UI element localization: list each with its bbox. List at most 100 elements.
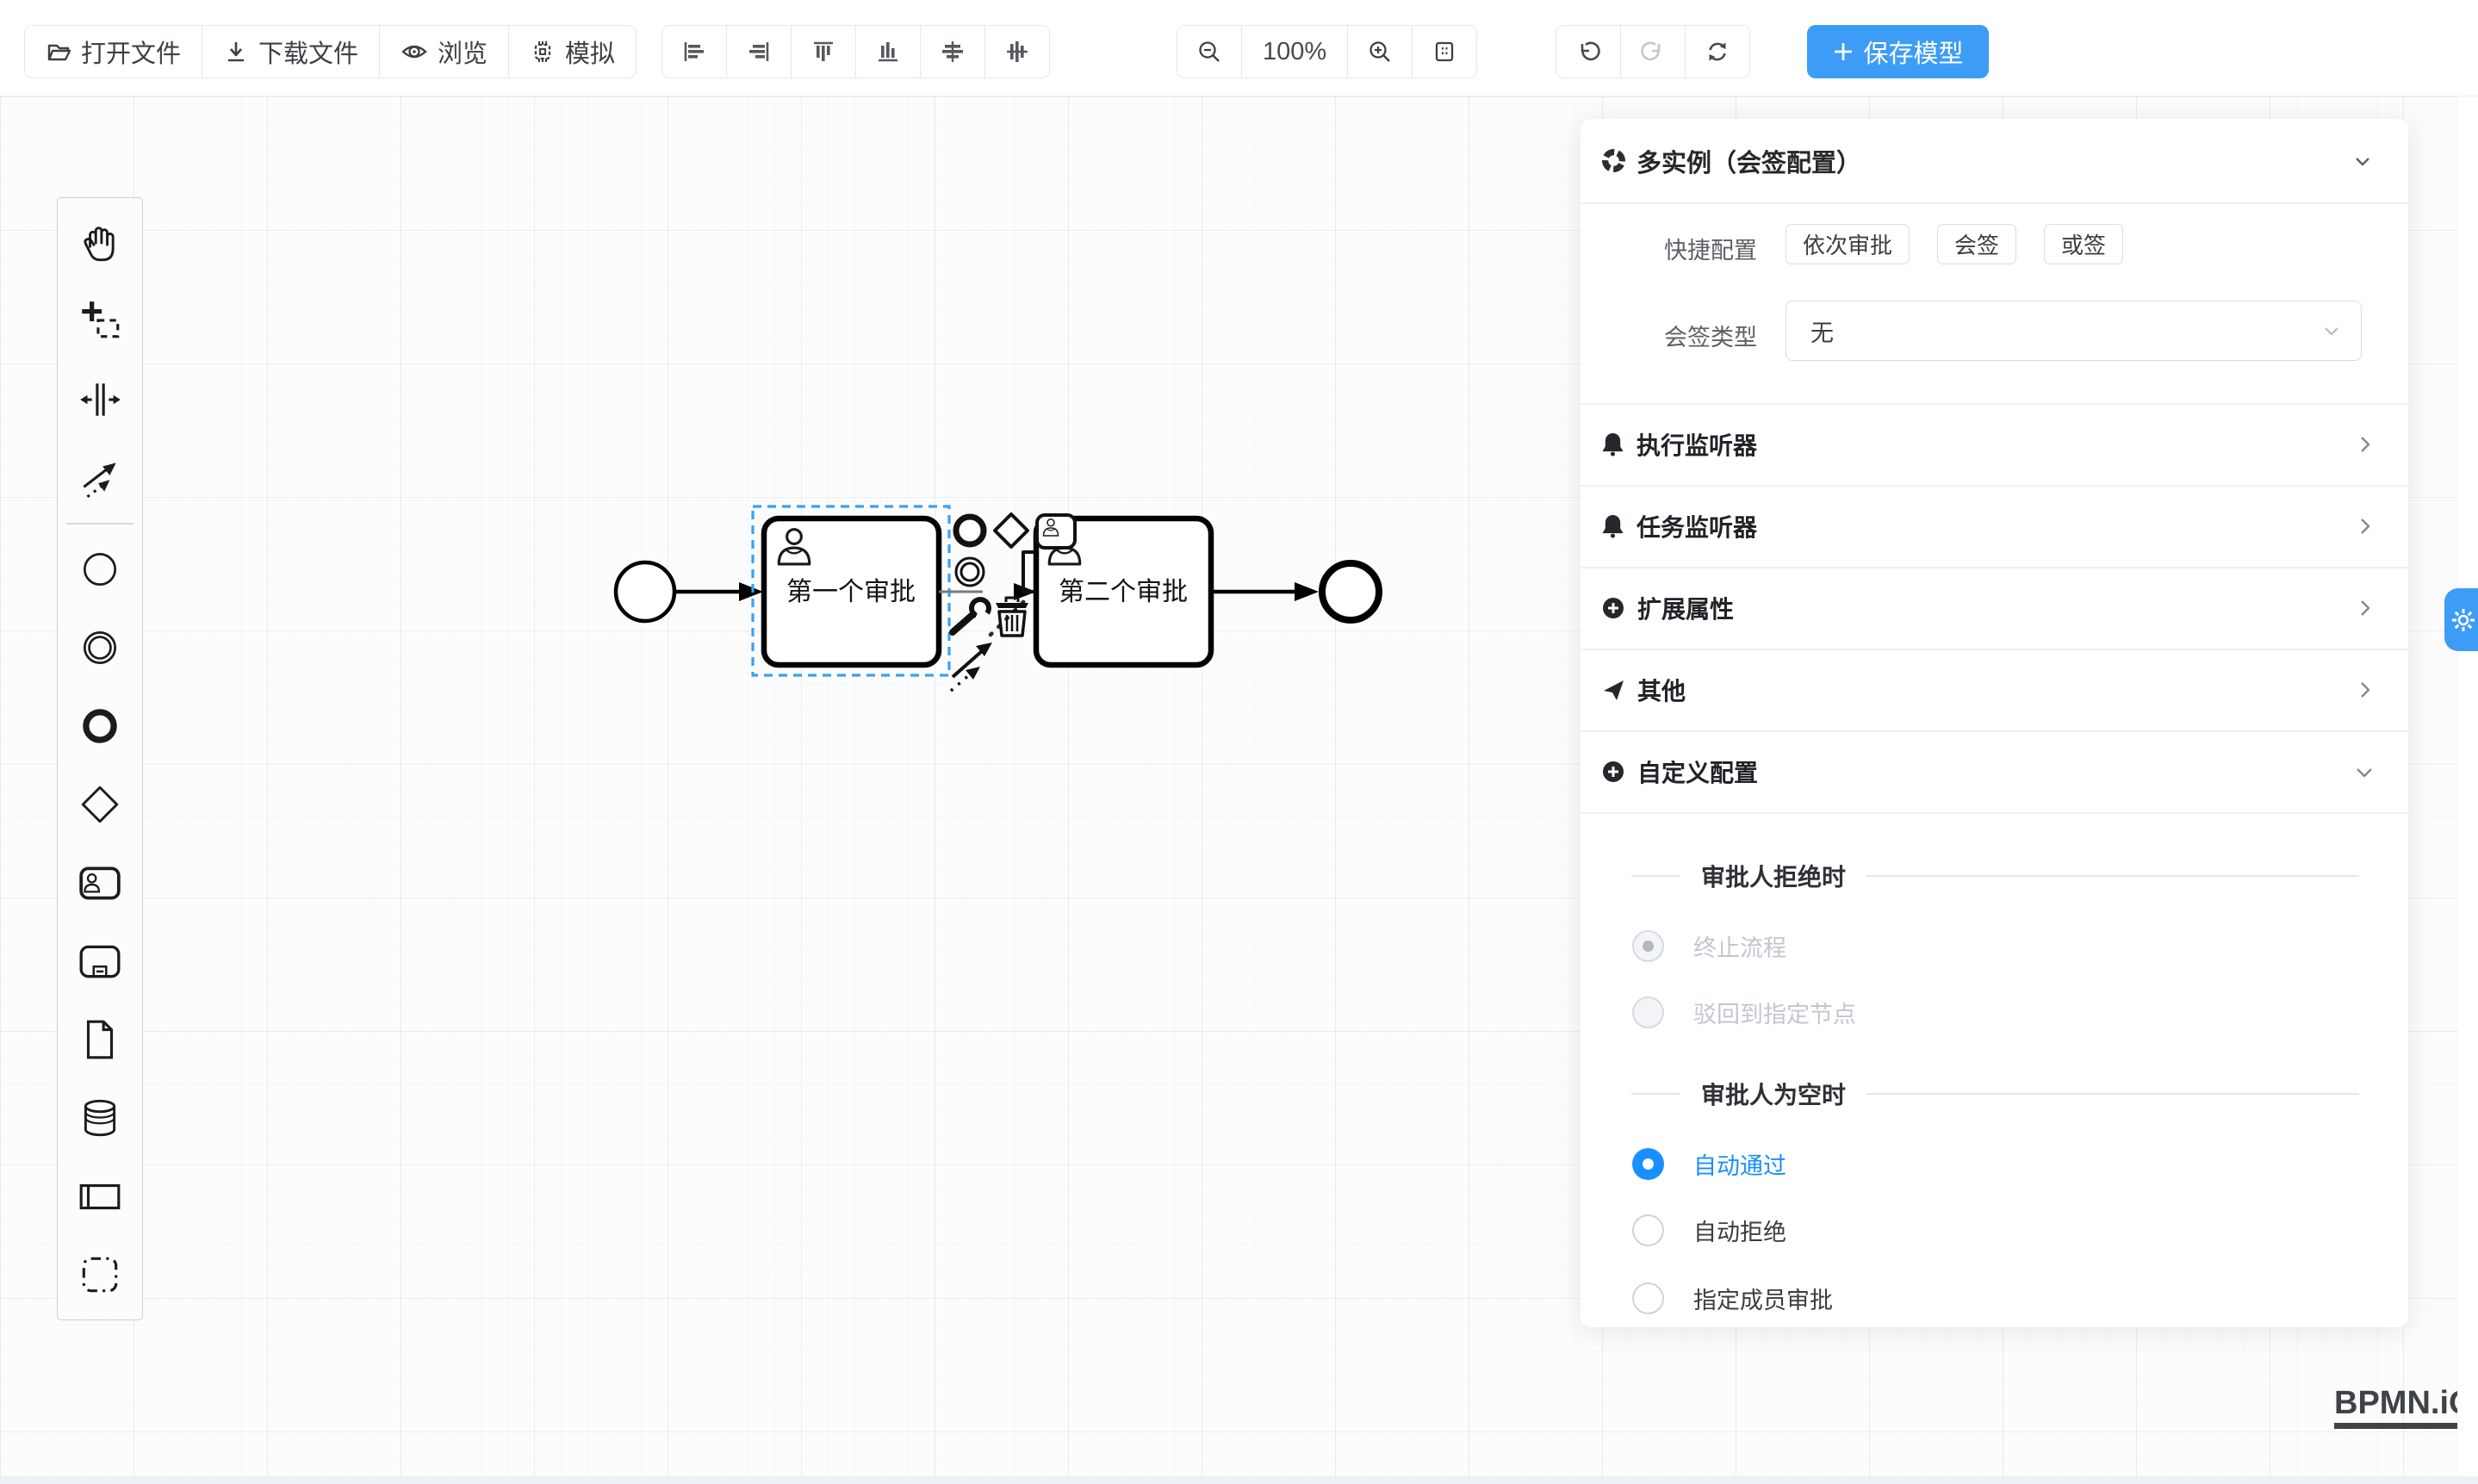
global-connect-icon <box>77 455 123 501</box>
zoom-out-icon <box>1196 39 1222 65</box>
radio-button[interactable] <box>1632 997 1664 1028</box>
sign-type-select[interactable]: 无 <box>1786 301 2362 361</box>
create-data-store[interactable] <box>58 1079 142 1158</box>
section-custom-config[interactable]: 自定义配置 <box>1581 730 2408 812</box>
settings-tab[interactable] <box>2444 588 2478 651</box>
undo-button[interactable] <box>1556 26 1620 78</box>
create-user-task[interactable] <box>58 844 142 922</box>
panel-header[interactable]: 多实例（会签配置） <box>1581 119 2408 202</box>
divider-line <box>1631 875 1680 877</box>
align-left-button[interactable] <box>662 26 726 78</box>
fit-viewport-button[interactable] <box>1412 26 1476 78</box>
user-task-icon <box>77 860 123 906</box>
bpmn-io-logo[interactable]: BPMN.iO <box>2334 1385 2475 1429</box>
zoom-out-button[interactable] <box>1177 26 1241 78</box>
quick-config-options: 依次审批 会签 或签 <box>1786 224 2151 264</box>
zoom-in-button[interactable] <box>1347 26 1412 78</box>
create-gateway[interactable] <box>58 766 142 844</box>
append-gateway-icon[interactable] <box>995 514 1028 547</box>
gear-icon <box>2450 607 2476 633</box>
radio-auto-pass[interactable]: 自动通过 <box>1632 1146 1786 1181</box>
download-file-button[interactable]: 下载文件 <box>202 26 379 78</box>
lasso-tool[interactable] <box>58 282 142 360</box>
section-extended-properties[interactable]: 扩展属性 <box>1581 567 2408 649</box>
radio-button[interactable] <box>1632 1214 1664 1246</box>
chevron-down-icon[interactable] <box>2351 150 2374 172</box>
align-right-button[interactable] <box>726 26 791 78</box>
create-participant[interactable] <box>58 1158 142 1236</box>
save-model-button[interactable]: 保存模型 <box>1807 25 1989 78</box>
start-event[interactable] <box>616 562 674 621</box>
reject-group-title-row: 审批人拒绝时 <box>1581 859 2408 893</box>
task2-label: 第二个审批 <box>1059 578 1188 606</box>
user-task-1[interactable]: 第一个审批 <box>764 518 939 665</box>
append-task-icon[interactable] <box>1037 515 1075 548</box>
lasso-tool-icon <box>77 298 123 345</box>
align-center-vertical-button[interactable] <box>984 26 1049 78</box>
align-top-button[interactable] <box>791 26 855 78</box>
chevron-down-icon <box>2321 320 2342 341</box>
radio-label: 自动通过 <box>1693 1147 1786 1181</box>
redo-button[interactable] <box>1620 26 1685 78</box>
panel-title: 多实例（会签配置） <box>1636 143 1861 179</box>
create-subprocess[interactable] <box>58 922 142 1001</box>
end-event[interactable] <box>1322 563 1379 620</box>
hand-tool[interactable] <box>58 203 142 282</box>
start-event-icon <box>77 546 123 593</box>
radio-label: 终止流程 <box>1693 929 1786 963</box>
section-label: 扩展属性 <box>1637 591 1734 625</box>
create-start-event[interactable] <box>58 531 142 609</box>
preview-button[interactable]: 浏览 <box>379 26 508 78</box>
quick-option-orsign[interactable]: 或签 <box>2044 224 2123 264</box>
chevron-right-icon <box>2353 515 2376 537</box>
create-data-object[interactable] <box>58 1001 142 1079</box>
create-group[interactable] <box>58 1236 142 1314</box>
radio-assign-member[interactable]: 指定成员审批 <box>1632 1281 1833 1315</box>
append-intermediate-event-icon[interactable] <box>956 558 984 586</box>
eye-icon <box>401 39 428 65</box>
section-execution-listener[interactable]: 执行监听器 <box>1581 403 2408 485</box>
reject-group-title: 审批人拒绝时 <box>1701 859 1846 893</box>
task1-label: 第一个审批 <box>786 578 916 606</box>
align-bottom-button[interactable] <box>855 26 920 78</box>
radio-auto-reject[interactable]: 自动拒绝 <box>1632 1213 1786 1247</box>
divider-line <box>1631 1093 1680 1095</box>
quick-option-countersign[interactable]: 会签 <box>1937 224 2016 264</box>
radio-terminate-process[interactable]: 终止流程 <box>1632 928 1786 963</box>
connect-icon[interactable] <box>951 643 992 691</box>
simulate-button[interactable]: 模拟 <box>508 26 636 78</box>
sequence-flow-1[interactable] <box>674 582 763 601</box>
palette-divider <box>66 523 134 525</box>
global-connect-tool[interactable] <box>58 438 142 517</box>
toolbar: 打开文件 下载文件 浏览 模拟 <box>0 0 2478 96</box>
empty-group-title: 审批人为空时 <box>1701 1077 1846 1111</box>
radio-button[interactable] <box>1632 1148 1664 1180</box>
open-file-label: 打开文件 <box>81 34 181 70</box>
divider-line <box>1866 875 2359 877</box>
align-center-horizontal-button[interactable] <box>920 26 984 78</box>
fit-viewport-icon <box>1432 39 1457 65</box>
bpmn-designer-app: 第一个审批 第二个审批 <box>0 0 2478 1484</box>
redo-icon <box>1640 39 1666 65</box>
section-other[interactable]: 其他 <box>1581 649 2408 730</box>
refresh-button[interactable] <box>1685 26 1749 78</box>
create-end-event[interactable] <box>58 687 142 766</box>
wrench-icon[interactable] <box>953 597 991 632</box>
radio-return-to-node[interactable]: 驳回到指定节点 <box>1632 995 1856 1029</box>
chevron-right-icon <box>2353 679 2376 701</box>
zoom-level: 100% <box>1241 26 1347 78</box>
empty-group-title-row: 审批人为空时 <box>1581 1077 2408 1111</box>
sequence-flow-3[interactable] <box>1211 582 1319 601</box>
append-end-event-icon[interactable] <box>956 517 984 544</box>
align-top-icon <box>810 39 836 65</box>
create-intermediate-event[interactable] <box>58 609 142 687</box>
align-bottom-icon <box>875 39 901 65</box>
radio-button[interactable] <box>1632 930 1664 962</box>
trash-icon[interactable] <box>996 598 1028 636</box>
radio-button[interactable] <box>1632 1282 1664 1314</box>
space-tool[interactable] <box>58 360 142 438</box>
section-task-listener[interactable]: 任务监听器 <box>1581 485 2408 567</box>
quick-option-sequential[interactable]: 依次审批 <box>1786 224 1910 264</box>
open-file-button[interactable]: 打开文件 <box>25 26 202 78</box>
bottom-scrollbar-track[interactable] <box>0 1476 2478 1484</box>
